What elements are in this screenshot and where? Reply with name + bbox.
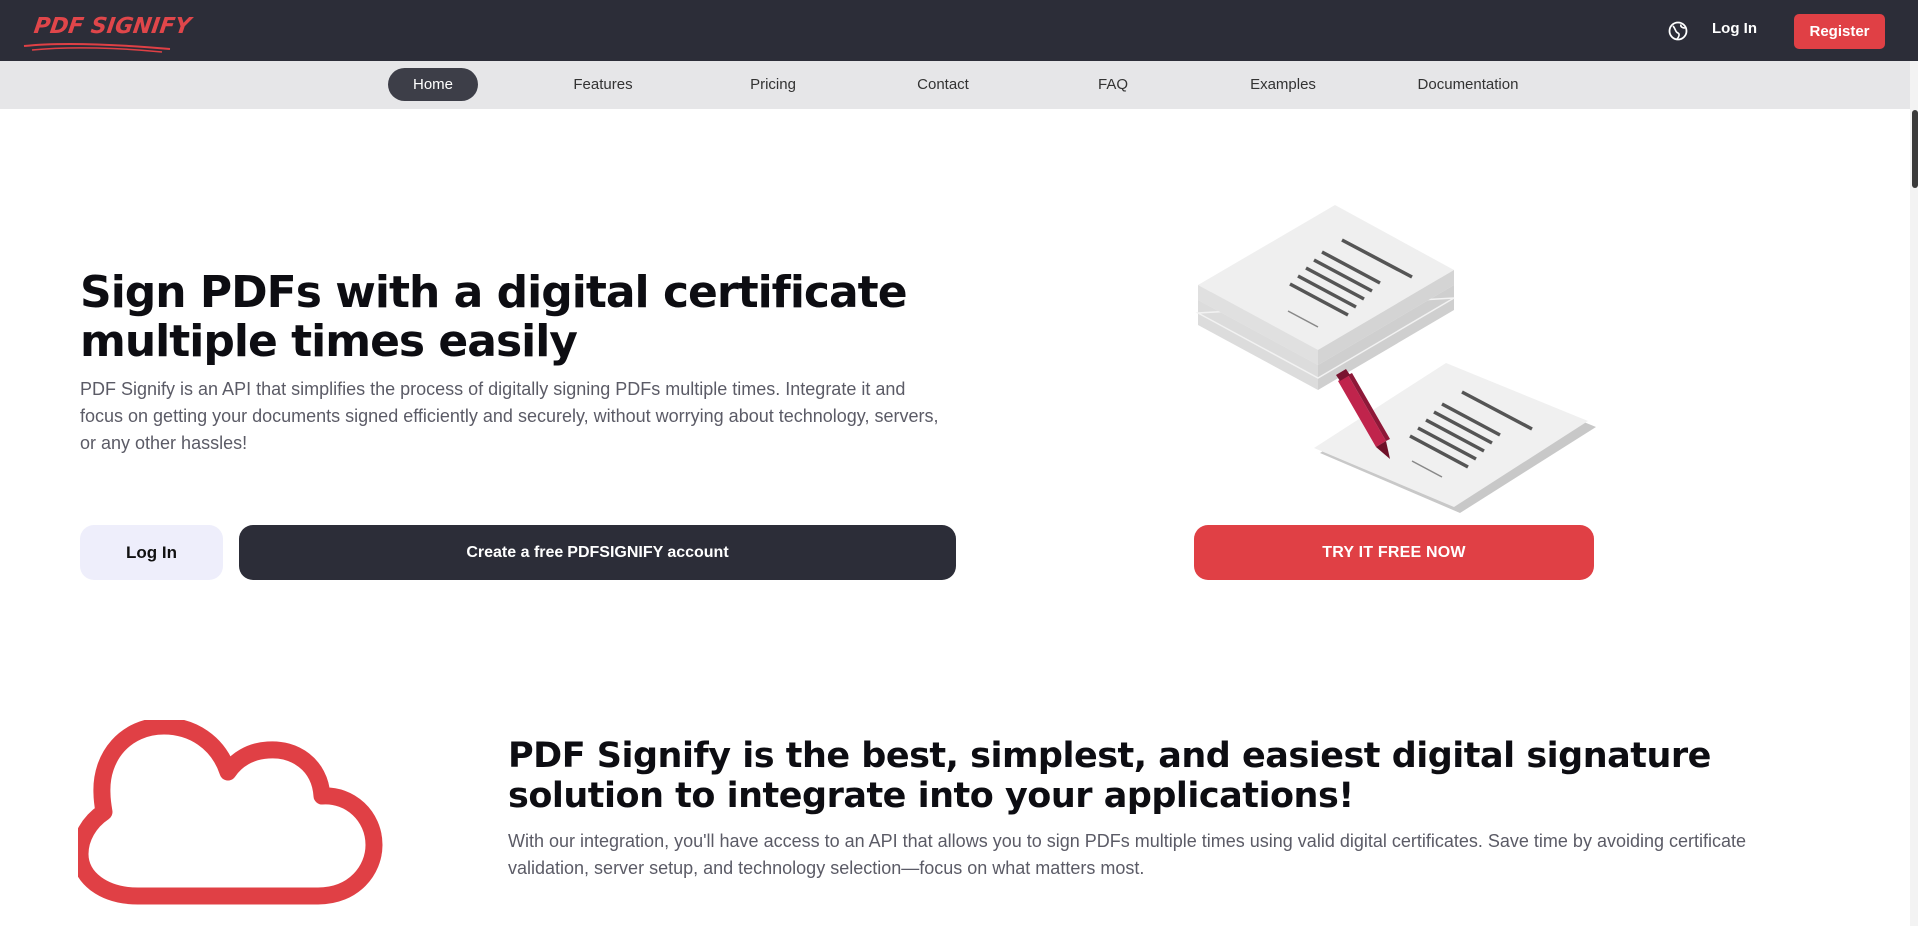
nav-contact[interactable]: Contact <box>893 68 993 101</box>
try-free-button[interactable]: TRY IT FREE NOW <box>1194 525 1594 580</box>
create-brand: PDFSIGNIFY <box>567 543 664 561</box>
hero-login-button[interactable]: Log In <box>80 525 223 580</box>
nav-faq[interactable]: FAQ <box>1063 68 1163 101</box>
pdf-signify-logo[interactable]: PDF SIGNIFY <box>22 8 192 54</box>
create-prefix: Create a free <box>466 543 564 561</box>
section-description: With our integration, you'll have access… <box>508 831 1747 878</box>
register-button[interactable]: Register <box>1794 14 1885 49</box>
create-account-button[interactable]: Create a free PDFSIGNIFY account <box>239 525 956 580</box>
hero-title: Sign PDFs with a digital certificate mul… <box>80 267 908 367</box>
nav-home[interactable]: Home <box>388 68 478 101</box>
nav-features[interactable]: Features <box>553 68 653 101</box>
section-title: PDF Signify is the best, simplest, and e… <box>508 736 1711 816</box>
cloud-icon <box>71 717 383 905</box>
top-navbar <box>0 0 1918 61</box>
logo-text: PDF SIGNIFY <box>32 14 193 39</box>
nav-documentation[interactable]: Documentation <box>1403 68 1533 101</box>
page-scrollbar-track[interactable] <box>1910 61 1918 926</box>
create-suffix: account <box>667 543 729 561</box>
globe-icon[interactable] <box>1667 20 1689 42</box>
nav-examples[interactable]: Examples <box>1233 68 1333 101</box>
page-scrollbar-thumb[interactable] <box>1912 110 1918 188</box>
documents-signing-icon <box>1190 205 1600 515</box>
top-login-link[interactable]: Log In <box>1712 20 1757 37</box>
hero-description: PDF Signify is an API that simplifies th… <box>80 379 939 453</box>
nav-pricing[interactable]: Pricing <box>723 68 823 101</box>
